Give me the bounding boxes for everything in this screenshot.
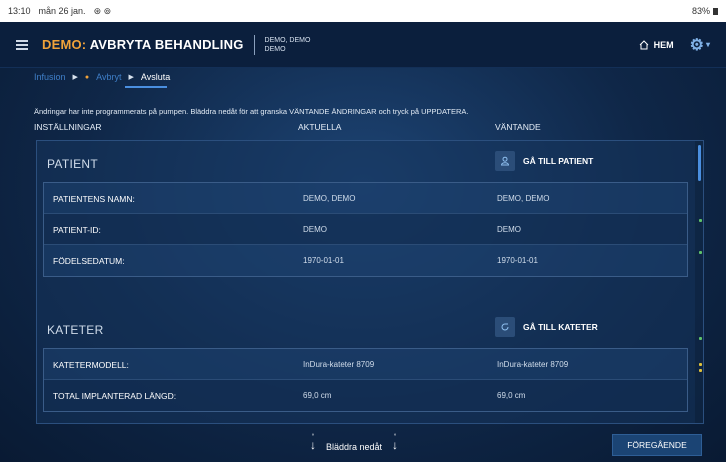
- status-icons: ⊛ ⊚: [93, 5, 112, 16]
- row-current-value: DEMO, DEMO: [303, 194, 356, 203]
- status-date: mån 26 jan.: [38, 6, 86, 16]
- person-icon: [495, 151, 515, 171]
- previous-button[interactable]: FÖREGÅENDE: [612, 434, 702, 456]
- row-label: FÖDELSEDATUM:: [53, 256, 125, 266]
- breadcrumb-infusion[interactable]: Infusion: [34, 72, 66, 82]
- scrollbar[interactable]: [695, 141, 703, 423]
- catheter-icon: [495, 317, 515, 337]
- table-row: PATIENTENS NAMN: DEMO, DEMO DEMO, DEMO: [44, 183, 687, 214]
- row-pending-value: 69,0 cm: [497, 391, 526, 400]
- table-row: FÖDELSEDATUM: 1970-01-01 1970-01-01: [44, 245, 687, 276]
- review-panel[interactable]: PATIENT GÅ TILL PATIENT PATIENTENS NAMN:…: [36, 140, 704, 424]
- goto-kateter-label: GÅ TILL KATETER: [523, 322, 598, 332]
- home-button[interactable]: HEM: [639, 40, 674, 50]
- battery-level: 83%: [691, 6, 710, 16]
- column-header-settings: INSTÄLLNINGAR: [34, 122, 102, 132]
- chevron-down-icon: ▾: [705, 40, 710, 49]
- pending-changes-notice: Ändringar har inte programmerats på pump…: [34, 107, 469, 116]
- row-current-value: InDura-kateter 8709: [303, 360, 375, 369]
- arrow-down-icon: ° ↓: [392, 434, 399, 452]
- patient-name-line: DEMO, DEMO: [264, 36, 311, 44]
- row-label: PATIENTENS NAMN:: [53, 194, 135, 204]
- status-bar: 13:10 mån 26 jan. ⊛ ⊚ 83%: [0, 0, 726, 22]
- row-pending-value: 1970-01-01: [497, 256, 538, 265]
- home-icon: [639, 39, 648, 49]
- column-header-current: AKTUELLA: [298, 122, 342, 132]
- breadcrumb-arrow-icon: ▶: [128, 74, 134, 81]
- breadcrumb-avbryt[interactable]: Avbryt: [96, 72, 121, 82]
- change-marker: [699, 369, 702, 372]
- section-title-patient: PATIENT: [47, 157, 98, 171]
- change-marker: [699, 363, 702, 366]
- patient-table: PATIENTENS NAMN: DEMO, DEMO DEMO, DEMO P…: [43, 182, 688, 277]
- column-header-pending: VÄNTANDE: [495, 122, 541, 132]
- goto-patient-button[interactable]: GÅ TILL PATIENT: [495, 151, 593, 171]
- row-current-value: DEMO: [303, 225, 327, 234]
- row-pending-value: DEMO: [497, 225, 521, 234]
- section-header-patient: PATIENT GÅ TILL PATIENT: [37, 145, 697, 179]
- section-title-kateter: KATETER: [47, 323, 104, 337]
- arrow-down-icon: ° ↓: [310, 434, 316, 452]
- row-pending-value: InDura-kateter 8709: [497, 360, 569, 369]
- breadcrumb-avsluta[interactable]: Avsluta: [141, 72, 170, 82]
- scrollbar-thumb[interactable]: [698, 145, 701, 181]
- section-header-kateter: KATETER GÅ TILL KATETER: [37, 311, 697, 345]
- warning-dot-icon: ●: [84, 73, 90, 81]
- row-label: PATIENT-ID:: [53, 225, 101, 235]
- table-row: PATIENT-ID: DEMO DEMO: [44, 214, 687, 245]
- row-label: TOTAL IMPLANTERAD LÄNGD:: [53, 391, 177, 401]
- battery-icon: [713, 7, 718, 15]
- change-marker: [699, 337, 702, 340]
- home-label: HEM: [653, 39, 674, 50]
- breadcrumb-active-indicator: [125, 86, 167, 88]
- row-current-value: 69,0 cm: [303, 391, 332, 400]
- row-pending-value: DEMO, DEMO: [497, 194, 550, 203]
- status-time: 13:10: [8, 6, 31, 16]
- row-current-value: 1970-01-01: [303, 256, 344, 265]
- row-label: KATETERMODELL:: [53, 360, 129, 370]
- goto-kateter-button[interactable]: GÅ TILL KATETER: [495, 317, 598, 337]
- change-marker: [699, 219, 702, 222]
- title-divider: [253, 34, 255, 55]
- patient-id-line: DEMO: [264, 45, 286, 53]
- scroll-down-button[interactable]: ° ↓ Bläddra nedåt ° ↓: [310, 434, 398, 452]
- goto-patient-label: GÅ TILL PATIENT: [523, 156, 594, 166]
- page-title: DEMO: AVBRYTA BEHANDLING: [42, 37, 244, 52]
- scroll-down-label: Bläddra nedåt: [326, 442, 383, 452]
- breadcrumb: Infusion ▶ ● Avbryt ▶ Avsluta: [34, 72, 170, 82]
- breadcrumb-arrow-icon: ▶: [72, 74, 78, 81]
- table-row: TOTAL IMPLANTERAD LÄNGD: 69,0 cm 69,0 cm: [44, 380, 687, 411]
- patient-summary: DEMO, DEMO DEMO: [265, 36, 311, 54]
- table-row: KATETERMODELL: InDura-kateter 8709 InDur…: [44, 349, 687, 380]
- hamburger-icon[interactable]: [16, 39, 28, 50]
- gear-icon: ⚙: [689, 36, 704, 54]
- app-bar: DEMO: AVBRYTA BEHANDLING DEMO, DEMO DEMO…: [0, 22, 726, 68]
- change-marker: [699, 251, 702, 254]
- settings-button[interactable]: ⚙ ▾: [690, 35, 710, 55]
- title-main: AVBRYTA BEHANDLING: [89, 37, 244, 52]
- title-prefix: DEMO:: [42, 37, 87, 52]
- kateter-table: KATETERMODELL: InDura-kateter 8709 InDur…: [43, 348, 688, 412]
- footer-bar: ° ↓ Bläddra nedåt ° ↓ FÖREGÅENDE: [0, 430, 726, 462]
